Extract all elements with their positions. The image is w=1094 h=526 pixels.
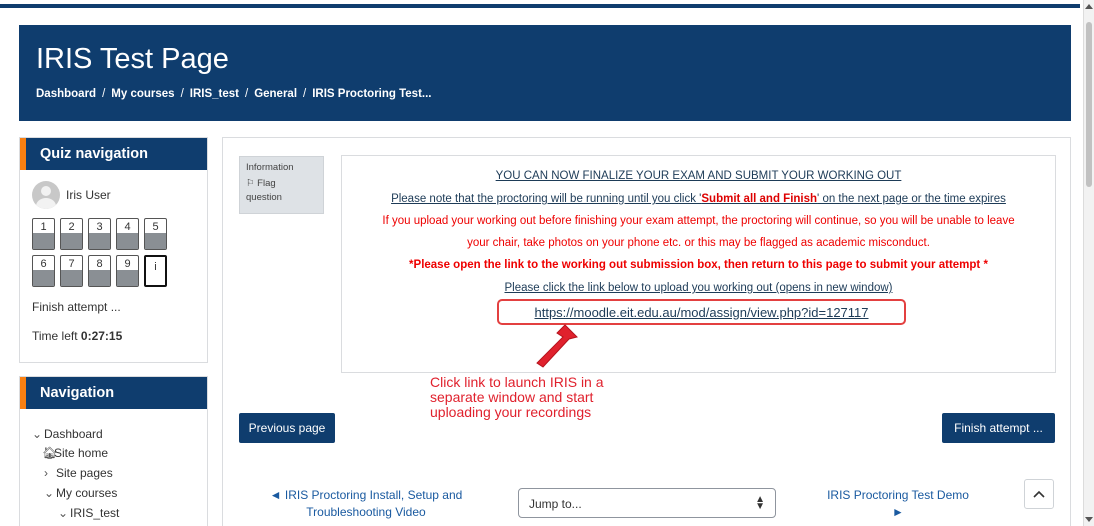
question-info-box: Information ⚐ Flag question [239,156,324,214]
user-name: Iris User [66,188,111,202]
quiz-navigation-block: Quiz navigation Iris User 1 2 3 4 5 6 7 … [19,137,208,363]
finish-attempt-button[interactable]: Finish attempt ... [942,413,1055,443]
time-left-value: 0:27:15 [80,329,123,343]
page-scrollbar[interactable] [1083,0,1094,526]
home-icon: 🏠︎ [42,446,58,460]
nav-item-my-courses[interactable]: ⌄ My courses [44,486,117,500]
page-title: IRIS Test Page [36,43,229,75]
select-caret-icon: ▲ ▼ [755,494,765,512]
question-button-3[interactable]: 3 [88,218,111,250]
submission-link-highlight: https://moodle.eit.edu.au/mod/assign/vie… [497,299,906,325]
scroll-up-icon[interactable] [1085,4,1093,9]
breadcrumb-separator: / [244,88,249,100]
page-header: IRIS Test Page Dashboard / My courses / … [19,25,1071,121]
question-button-5[interactable]: 5 [144,218,167,250]
upload-link-intro: Please click the link below to upload yo… [504,282,893,294]
breadcrumb-iris-test[interactable]: IRIS_test [190,88,239,100]
question-grid-row-1: 1 2 3 4 5 [32,218,172,250]
next-activity-link[interactable]: IRIS Proctoring Test Demo ► [803,487,993,521]
submission-link[interactable]: https://moodle.eit.edu.au/mod/assign/vie… [499,305,904,320]
breadcrumb-my-courses[interactable]: My courses [111,88,174,100]
chevron-down-icon: ⌄ [58,506,69,520]
finalize-heading: YOU CAN NOW FINALIZE YOUR EXAM AND SUBMI… [495,170,902,182]
question-content: YOU CAN NOW FINALIZE YOUR EXAM AND SUBMI… [341,155,1056,373]
navigation-title: Navigation [40,385,115,401]
question-button-7[interactable]: 7 [60,255,83,287]
quiz-navigation-header: Quiz navigation [20,138,207,170]
nav-item-site-pages[interactable]: › Site pages [44,466,113,480]
nav-item-iris-test[interactable]: ⌄ IRIS_test [58,506,119,520]
instruction-text: *Please open the link to the working out… [409,259,988,271]
flag-icon: ⚐ [246,178,255,189]
question-button-6[interactable]: 6 [32,255,55,287]
question-button-4[interactable]: 4 [116,218,139,250]
previous-activity-link[interactable]: ◄ IRIS Proctoring Install, Setup and Tro… [261,487,471,521]
nav-item-site-home[interactable]: 🏠︎Site home [42,446,108,460]
question-button-9[interactable]: 9 [116,255,139,287]
submit-all-finish-text: Submit all and Finish [701,193,818,205]
breadcrumb: Dashboard / My courses / IRIS_test / Gen… [36,88,432,100]
warning-line-2: your chair, take photos on your phone et… [467,237,930,249]
flag-question-toggle[interactable]: ⚐ Flag [246,178,276,189]
question-button-2[interactable]: 2 [60,218,83,250]
back-to-top-button[interactable] [1024,479,1054,509]
warning-line-1: If you upload your working out before fi… [382,215,1015,227]
breadcrumb-separator: / [102,88,106,100]
proctoring-note: Please note that the proctoring will be … [391,193,1006,205]
question-button-1[interactable]: 1 [32,218,55,250]
avatar [32,181,60,209]
breadcrumb-dashboard[interactable]: Dashboard [36,88,96,100]
finish-attempt-link[interactable]: Finish attempt ... [32,300,121,314]
flag-question-label: question [246,192,282,203]
chevron-down-icon: ⌄ [32,427,43,441]
jump-to-select[interactable]: Jump to... ▲ ▼ [518,488,776,518]
breadcrumb-separator: / [303,88,307,100]
quiz-navigation-title: Quiz navigation [40,146,148,162]
user-info: Iris User [32,181,111,209]
question-button-8[interactable]: 8 [88,255,111,287]
previous-page-button[interactable]: Previous page [239,413,335,443]
chevron-down-icon: ⌄ [44,486,55,500]
breadcrumb-current[interactable]: IRIS Proctoring Test... [312,88,431,100]
top-accent-line [0,4,1080,8]
navigation-block: Navigation ⌄ Dashboard 🏠︎Site home › Site … [19,376,208,526]
nav-item-dashboard[interactable]: ⌄ Dashboard [32,427,103,441]
question-grid-row-2: 6 7 8 9 i [32,255,172,287]
chevron-up-icon [1033,490,1045,498]
chevron-right-icon: › [44,466,48,480]
main-region: Information ⚐ Flag question YOU CAN NOW … [222,137,1071,526]
time-left: Time left 0:27:15 [32,329,122,343]
scroll-thumb[interactable] [1086,22,1092,187]
breadcrumb-separator: / [180,88,184,100]
navigation-header: Navigation [20,377,207,409]
question-button-info[interactable]: i [144,255,167,287]
breadcrumb-general[interactable]: General [254,88,297,100]
annotation-arrow-icon [536,324,578,368]
annotation-callout: Click link to launch IRIS in a separate … [430,374,604,420]
time-left-label: Time left [32,329,78,343]
info-label: Information [246,162,294,173]
scroll-down-icon[interactable] [1085,517,1093,522]
